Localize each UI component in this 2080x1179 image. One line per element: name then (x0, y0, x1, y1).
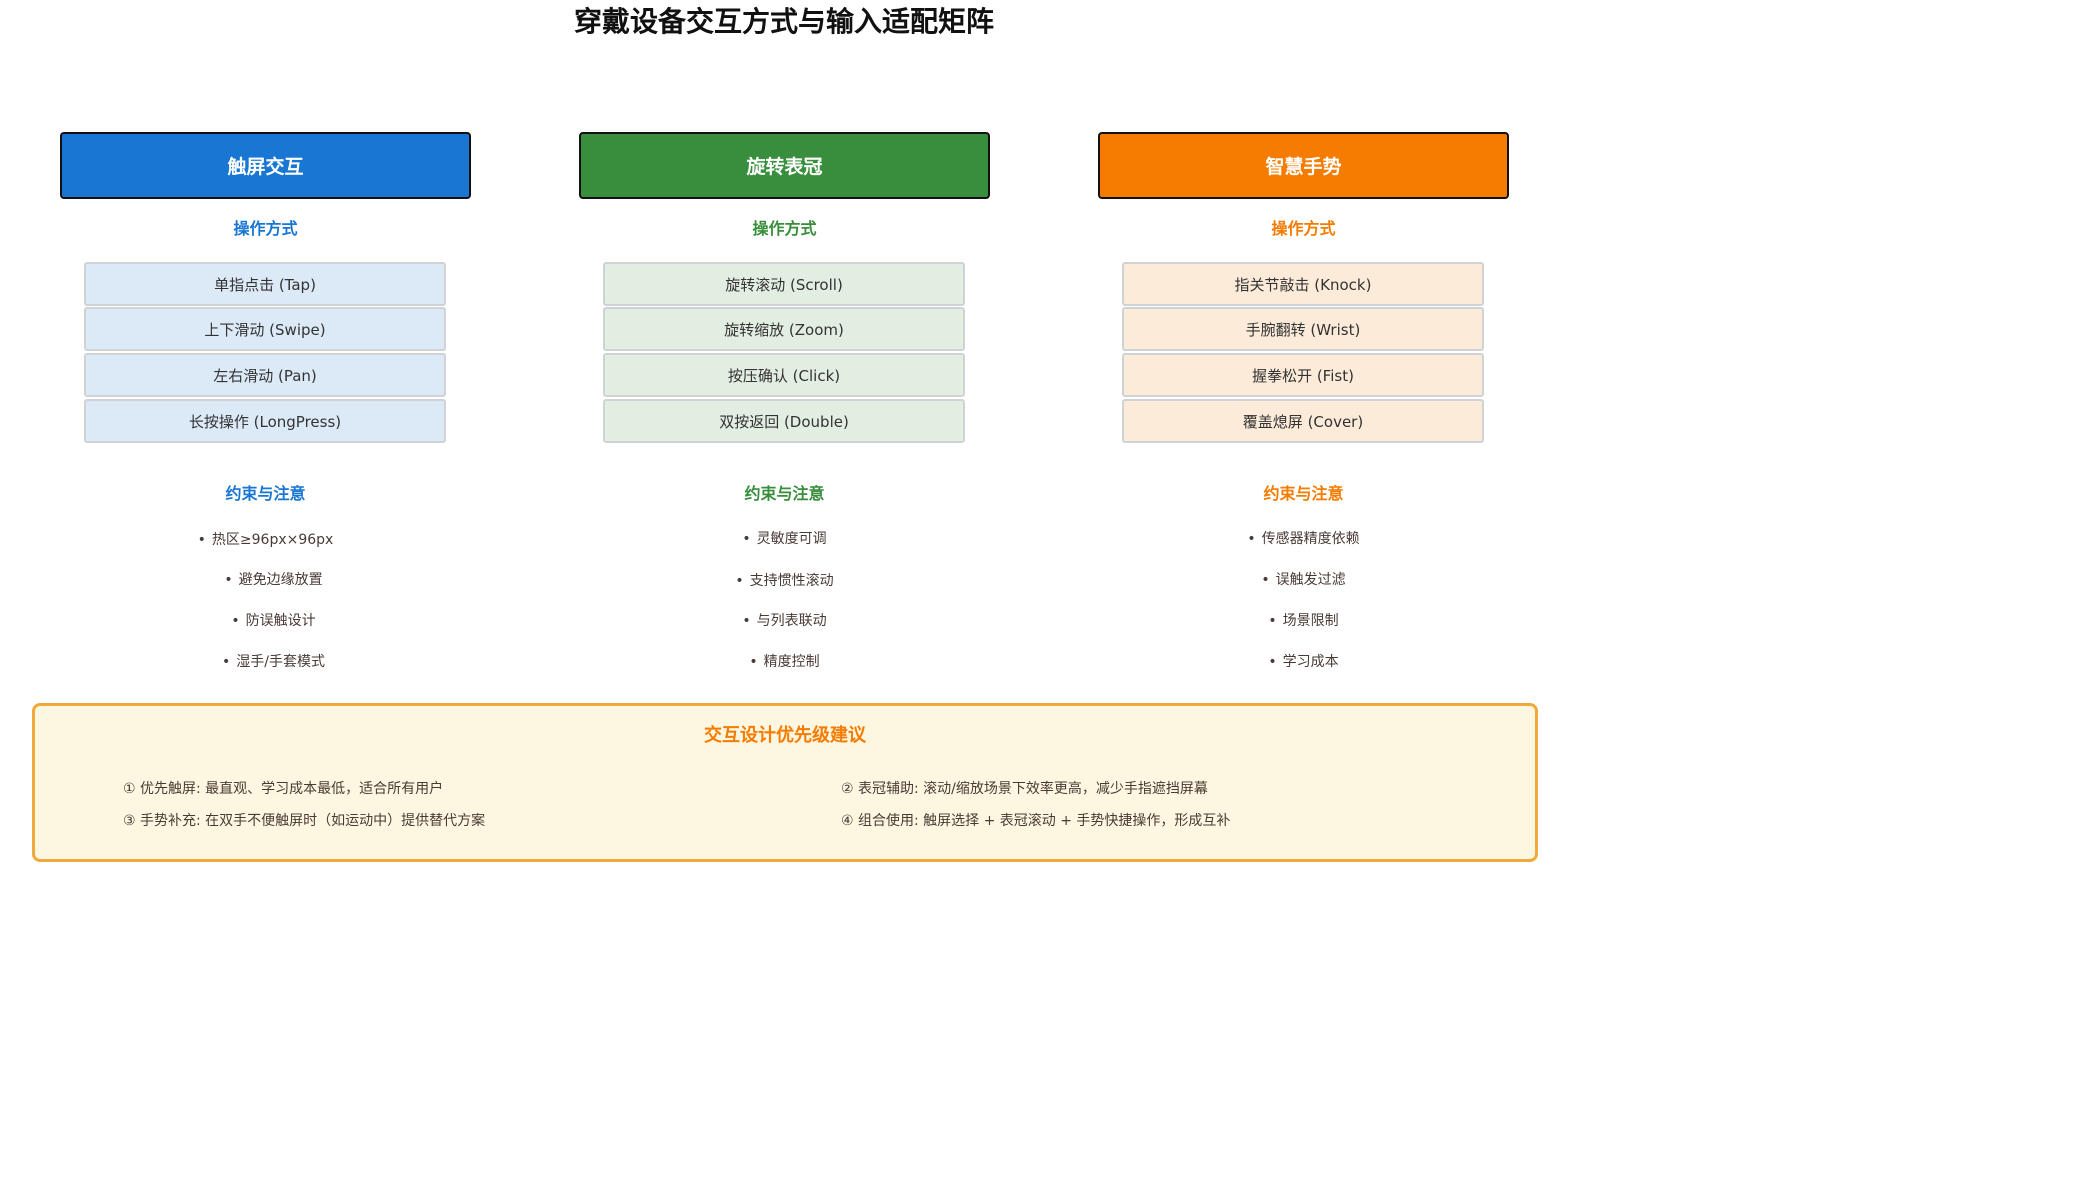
ops-title-crown: 操作方式 (752, 219, 817, 238)
op-item-zoom: 旋转缩放 (Zoom) (603, 307, 965, 351)
op-item-wrist: 手腕翻转 (Wrist) (1122, 307, 1484, 351)
cons-item: • 场景限制 (1268, 613, 1339, 629)
cons-item: • 与列表联动 (742, 613, 827, 629)
op-item-longpress: 长按操作 (LongPress) (84, 399, 446, 443)
op-item-knock: 指关节敲击 (Knock) (1122, 262, 1484, 306)
op-item-fist: 握拳松开 (Fist) (1122, 353, 1484, 397)
header-gesture: 智慧手势 (1098, 132, 1509, 199)
op-item-click: 按压确认 (Click) (603, 353, 965, 397)
priority-panel: 交互设计优先级建议 ① 优先触屏: 最直观、学习成本最低，适合所有用户 ② 表冠… (32, 703, 1538, 862)
cons-item: • 避免边缘放置 (224, 572, 323, 588)
op-item-cover: 覆盖熄屏 (Cover) (1122, 399, 1484, 443)
cons-item: • 防误触设计 (231, 613, 316, 629)
cons-item: • 传感器精度依赖 (1247, 531, 1360, 547)
priority-item: ① 优先触屏: 最直观、学习成本最低，适合所有用户 (123, 781, 444, 797)
priority-item: ③ 手势补充: 在双手不便触屏时（如运动中）提供替代方案 (123, 813, 486, 829)
ops-title-touch: 操作方式 (233, 219, 298, 238)
page-title: 穿戴设备交互方式与输入适配矩阵 (573, 5, 994, 38)
cons-item: • 学习成本 (1268, 654, 1339, 670)
cons-item: • 误触发过滤 (1261, 572, 1346, 588)
cons-item: • 湿手/手套模式 (222, 654, 325, 670)
op-item-double: 双按返回 (Double) (603, 399, 965, 443)
header-touch: 触屏交互 (60, 132, 471, 199)
cons-item: • 精度控制 (749, 654, 820, 670)
cons-item: • 热区≥96px×96px (197, 532, 334, 548)
op-item-pan: 左右滑动 (Pan) (84, 353, 446, 397)
priority-item: ② 表冠辅助: 滚动/缩放场景下效率更高，减少手指遮挡屏幕 (841, 781, 1208, 797)
cons-title-touch: 约束与注意 (225, 484, 306, 503)
ops-title-gesture: 操作方式 (1271, 219, 1336, 238)
priority-item: ④ 组合使用: 触屏选择 + 表冠滚动 + 手势快捷操作，形成互补 (841, 813, 1231, 829)
cons-title-gesture: 约束与注意 (1263, 484, 1344, 503)
op-item-swipe: 上下滑动 (Swipe) (84, 307, 446, 351)
cons-item: • 灵敏度可调 (742, 531, 827, 547)
cons-title-crown: 约束与注意 (744, 484, 825, 503)
op-item-tap: 单指点击 (Tap) (84, 262, 446, 306)
priority-title: 交互设计优先级建议 (704, 725, 866, 746)
op-item-scroll: 旋转滚动 (Scroll) (603, 262, 965, 306)
header-crown: 旋转表冠 (579, 132, 990, 199)
cons-item: • 支持惯性滚动 (735, 573, 834, 589)
